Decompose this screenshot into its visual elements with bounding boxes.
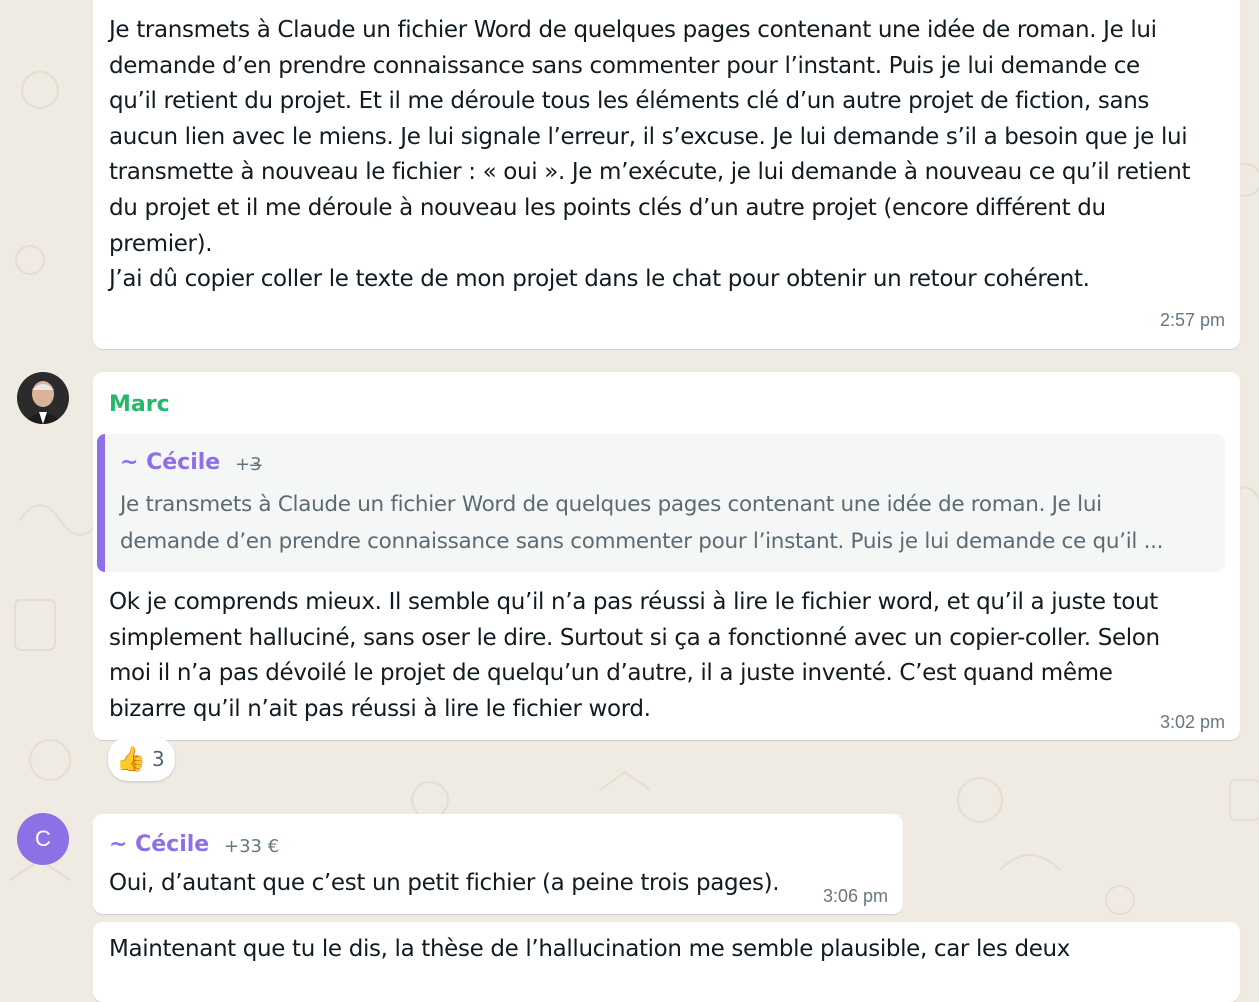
sender-name[interactable]: ~ Cécile: [109, 832, 209, 857]
message-time: 3:02 pm: [1159, 712, 1225, 732]
quote-text: Je transmets à Claude un fichier Word de…: [120, 492, 1164, 554]
message-bubble[interactable]: Je transmets à Claude un fichier Word de…: [93, 0, 1240, 349]
message-bubble[interactable]: ~ Cécile +33 € Oui, d’autant que c’est u…: [93, 814, 903, 914]
reaction-badge[interactable]: 👍 3: [108, 737, 175, 781]
sender-phone: +33 €: [224, 836, 280, 857]
avatar-marc[interactable]: [17, 372, 69, 424]
message-time: 2:57 pm: [1159, 310, 1225, 330]
message-text: Oui, d’autant que c’est un petit fichier…: [109, 870, 780, 896]
avatar-cecile[interactable]: C: [17, 813, 69, 865]
quote-sender-phone: +3̶: [235, 454, 262, 475]
reaction-count: 3: [151, 747, 165, 771]
message-bubble[interactable]: Marc ~ Cécile +3̶ Je transmets à Claude …: [93, 372, 1240, 740]
message-text: Ok je comprends mieux. Il semble qu’il n…: [109, 589, 1160, 722]
quoted-message[interactable]: ~ Cécile +3̶ Je transmets à Claude un fi…: [97, 434, 1225, 572]
quote-bar: [97, 434, 105, 572]
quote-sender-name: ~ Cécile: [120, 450, 221, 475]
sender-name[interactable]: Marc: [109, 392, 170, 417]
avatar-letter: C: [35, 826, 51, 851]
thumbs-up-icon: 👍: [116, 745, 146, 773]
message-text: Maintenant que tu le dis, la thèse de l’…: [109, 936, 1070, 962]
message-bubble[interactable]: Maintenant que tu le dis, la thèse de l’…: [93, 922, 1240, 1002]
message-time: 3:06 pm: [822, 886, 888, 906]
message-text: Je transmets à Claude un fichier Word de…: [109, 17, 1191, 293]
user-photo-icon: [17, 372, 69, 424]
